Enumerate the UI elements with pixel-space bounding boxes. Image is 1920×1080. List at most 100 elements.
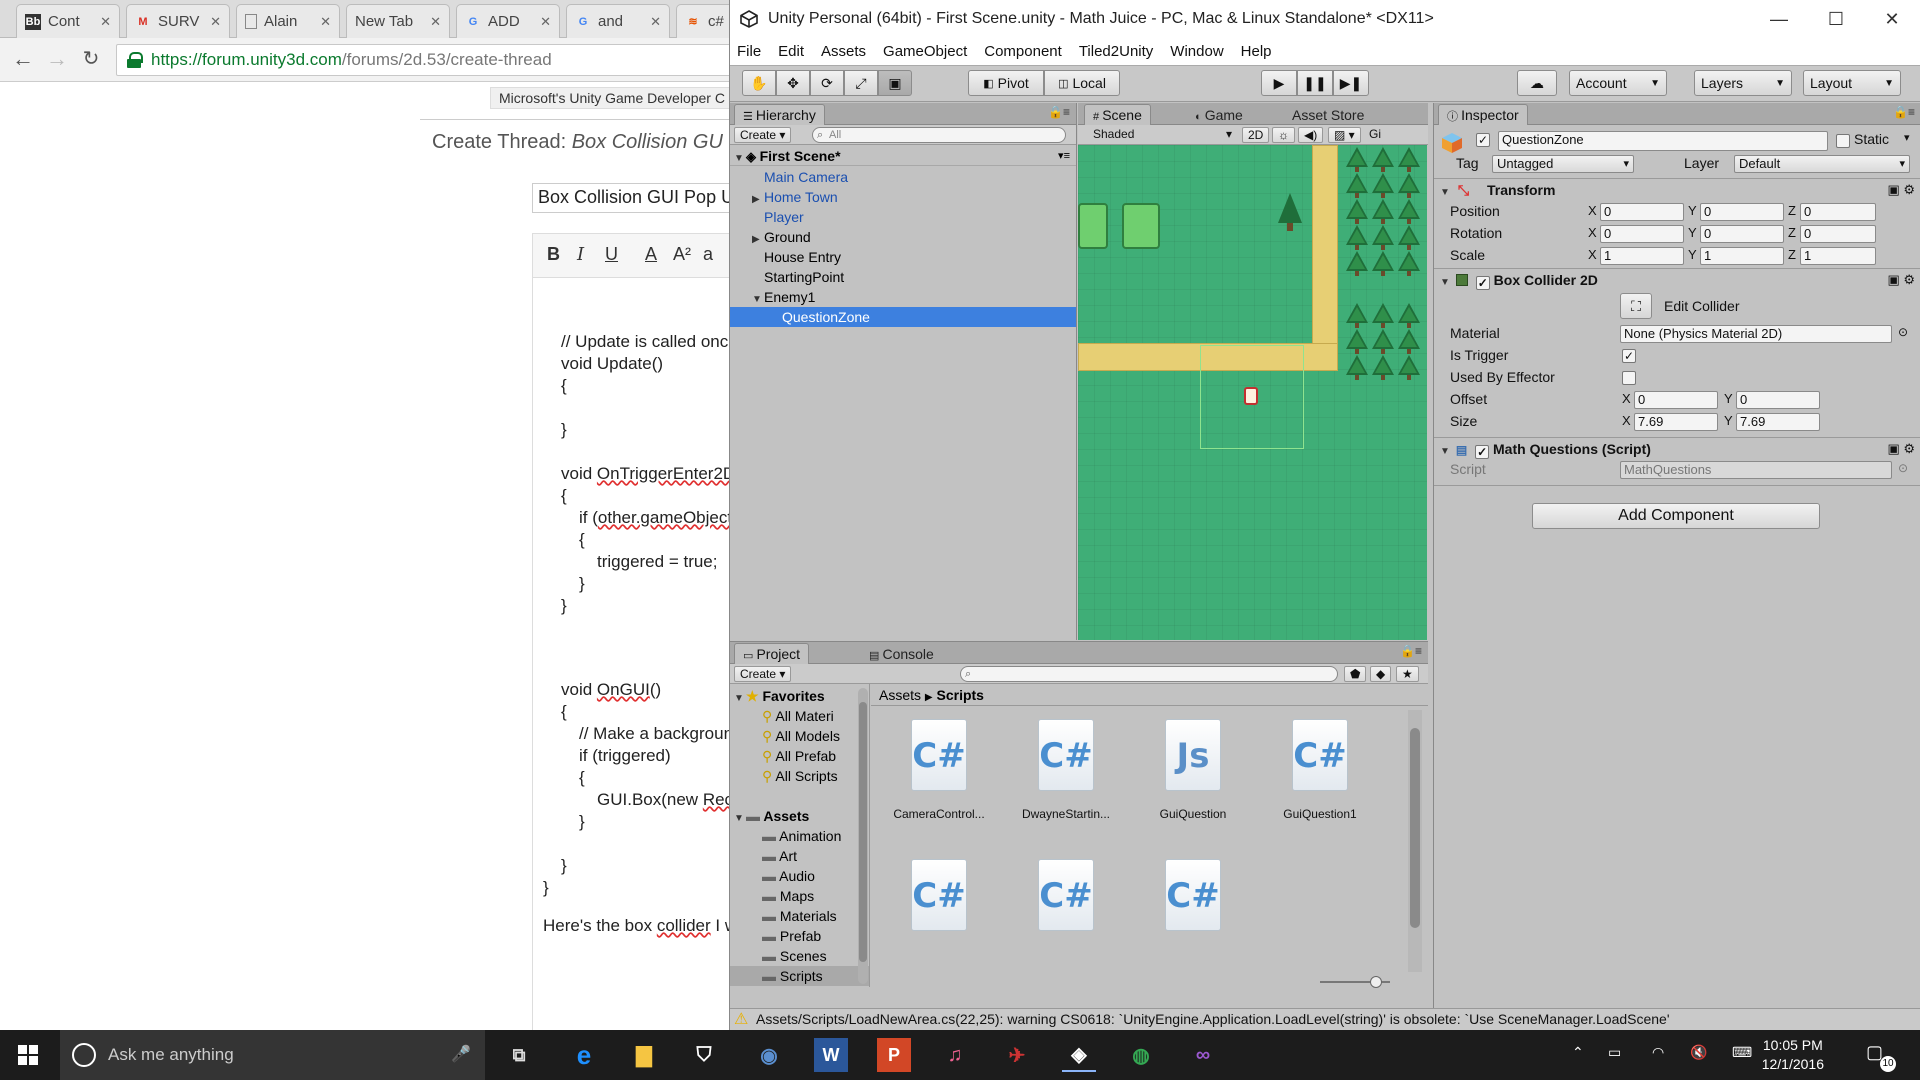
static-checkbox[interactable] <box>1836 134 1850 148</box>
menu-gameobject[interactable]: GameObject <box>883 43 967 60</box>
menu-assets[interactable]: Assets <box>821 43 866 60</box>
wifi-icon[interactable]: ◠ <box>1652 1044 1664 1061</box>
rect-tool-icon[interactable]: ▣ <box>878 70 912 96</box>
tab-project[interactable]: ▭ Project <box>734 643 810 664</box>
favorite-item[interactable]: ⚲ All Prefab <box>730 746 869 766</box>
bold-button[interactable]: B <box>547 244 560 265</box>
2d-toggle[interactable]: 2D <box>1242 127 1270 143</box>
favorites-root[interactable]: ▼ ★ Favorites <box>730 686 869 706</box>
browser-tab[interactable]: New Tab ✕ <box>346 4 450 38</box>
store-icon[interactable]: ⛉ <box>687 1038 721 1072</box>
filter-label-icon[interactable]: ◆ <box>1370 666 1392 682</box>
enemy-sprite[interactable] <box>1244 387 1258 405</box>
filter-type-icon[interactable]: ⬟ <box>1344 666 1367 682</box>
task-view-icon[interactable]: ⧉ <box>502 1038 536 1072</box>
tag-dropdown[interactable]: Untagged <box>1492 155 1634 173</box>
folder-item[interactable]: ▬ Maps <box>730 886 869 906</box>
close-tab-icon[interactable]: ✕ <box>430 14 441 30</box>
folder-item[interactable]: ▬ Prefab <box>730 926 869 946</box>
scrollbar-thumb[interactable] <box>859 702 867 962</box>
rotation-x-input[interactable]: 0 <box>1600 225 1684 243</box>
create-button[interactable]: Create ▾ <box>734 666 792 682</box>
hierarchy-item[interactable]: Player <box>730 207 1076 227</box>
layers-dropdown[interactable]: Layers ▼ <box>1694 70 1792 96</box>
chevron-up-icon[interactable]: ⌃ <box>1572 1044 1584 1061</box>
hand-tool-icon[interactable]: ✋ <box>742 70 776 96</box>
breadcrumb[interactable]: Microsoft's Unity Game Developer C <box>490 87 750 109</box>
reload-icon[interactable]: ↻ <box>80 48 102 70</box>
back-icon[interactable]: ← <box>12 48 34 70</box>
tab-scene[interactable]: # Scene <box>1084 104 1151 125</box>
assets-root[interactable]: ▼ ▬ Assets <box>730 806 869 826</box>
edit-collider-button[interactable]: ⛶ <box>1620 293 1652 319</box>
scrollbar-thumb[interactable] <box>1410 728 1420 928</box>
favorite-item[interactable]: ⚲ All Materi <box>730 706 869 726</box>
csharp-file-icon[interactable]: C# <box>1038 719 1094 791</box>
menu-file[interactable]: File <box>737 43 761 60</box>
misspelled-word[interactable]: other.gameObject <box>598 508 732 527</box>
offset-x-input[interactable]: 0 <box>1634 391 1718 409</box>
folder-item[interactable]: ▬ Audio <box>730 866 869 886</box>
csharp-file-icon[interactable]: C# <box>911 719 967 791</box>
tree-scrollbar[interactable] <box>858 688 868 984</box>
close-tab-icon[interactable]: ✕ <box>210 14 221 30</box>
shading-dropdown[interactable]: Shaded ▾ <box>1088 127 1236 143</box>
effects-icon[interactable]: ▨ ▾ <box>1328 127 1361 143</box>
font-size-button[interactable]: A² <box>673 244 691 265</box>
layout-dropdown[interactable]: Layout ▼ <box>1803 70 1901 96</box>
app-icon[interactable]: ◉ <box>752 1038 786 1072</box>
size-y-input[interactable]: 7.69 <box>1736 413 1820 431</box>
visual-studio-icon[interactable]: ∞ <box>1186 1038 1220 1072</box>
project-search-input[interactable]: ⌕ <box>960 666 1338 682</box>
folder-item[interactable]: ▬ Materials <box>730 906 869 926</box>
scene-root[interactable]: ▼ ◈ First Scene* ▾≡ <box>730 146 1076 166</box>
cloud-icon[interactable]: ☁ <box>1517 70 1557 96</box>
component-enabled-checkbox[interactable]: ✓ <box>1475 276 1490 290</box>
scale-x-input[interactable]: 1 <box>1600 247 1684 265</box>
breadcrumb-current[interactable]: Scripts <box>937 687 984 703</box>
favorite-item[interactable]: ⚲ All Models <box>730 726 869 746</box>
add-component-button[interactable]: Add Component <box>1532 503 1820 529</box>
chevron-down-icon[interactable]: ▾ <box>1904 131 1910 144</box>
used-by-effector-checkbox[interactable] <box>1622 371 1636 385</box>
scale-tool-icon[interactable]: ⤢ <box>844 70 878 96</box>
box-collider-header[interactable]: ▼ ✓ Box Collider 2D ▣ ⚙ <box>1434 268 1920 290</box>
hierarchy-item[interactable]: QuestionZone <box>730 307 1076 327</box>
battery-icon[interactable]: ▭ <box>1608 1044 1621 1061</box>
local-toggle[interactable]: ◫ Local <box>1044 70 1120 96</box>
tab-asset-store[interactable]: Asset Store <box>1283 104 1373 125</box>
object-picker-icon[interactable]: ⊙ <box>1898 325 1908 339</box>
misspelled-word[interactable]: collider <box>657 916 711 935</box>
hierarchy-search-input[interactable]: ⌕ All <box>812 127 1066 143</box>
hierarchy-item[interactable]: StartingPoint <box>730 267 1076 287</box>
menu-tiled2unity[interactable]: Tiled2Unity <box>1079 43 1153 60</box>
rotate-tool-icon[interactable]: ⟳ <box>810 70 844 96</box>
clock[interactable]: 10:05 PM 12/1/2016 <box>1762 1036 1824 1074</box>
browser-tab[interactable]: Gand ✕ <box>566 4 670 38</box>
active-checkbox[interactable]: ✓ <box>1476 133 1490 147</box>
tab-inspector[interactable]: ⓘ Inspector <box>1438 104 1528 125</box>
hierarchy-item[interactable]: ▼ Enemy1 <box>730 287 1076 307</box>
close-tab-icon[interactable]: ✕ <box>540 14 551 30</box>
material-field[interactable]: None (Physics Material 2D) <box>1620 325 1892 343</box>
browser-tab[interactable]: ≋ c# <box>676 4 736 38</box>
csharp-file-icon[interactable]: C# <box>1038 859 1094 931</box>
game-app-icon[interactable]: ✈ <box>1000 1038 1034 1072</box>
size-x-input[interactable]: 7.69 <box>1634 413 1718 431</box>
position-z-input[interactable]: 0 <box>1800 203 1876 221</box>
hierarchy-item[interactable]: House Entry <box>730 247 1076 267</box>
close-tab-icon[interactable]: ✕ <box>320 14 331 30</box>
account-dropdown[interactable]: Account ▼ <box>1569 70 1667 96</box>
menu-component[interactable]: Component <box>984 43 1062 60</box>
menu-help[interactable]: Help <box>1241 43 1272 60</box>
tab-hierarchy[interactable]: ☰ Hierarchy <box>734 104 825 125</box>
component-settings-icon[interactable]: ▣ ⚙ <box>1887 438 1915 460</box>
rotation-z-input[interactable]: 0 <box>1800 225 1876 243</box>
powerpoint-icon[interactable]: P <box>877 1038 911 1072</box>
folder-item[interactable]: ▬ Scenes <box>730 946 869 966</box>
create-button[interactable]: Create ▾ <box>734 127 792 143</box>
folder-item[interactable]: ▬ Animation <box>730 826 869 846</box>
position-y-input[interactable]: 0 <box>1700 203 1784 221</box>
slider-handle[interactable] <box>1370 976 1382 988</box>
play-button[interactable]: ▶ <box>1261 70 1297 96</box>
